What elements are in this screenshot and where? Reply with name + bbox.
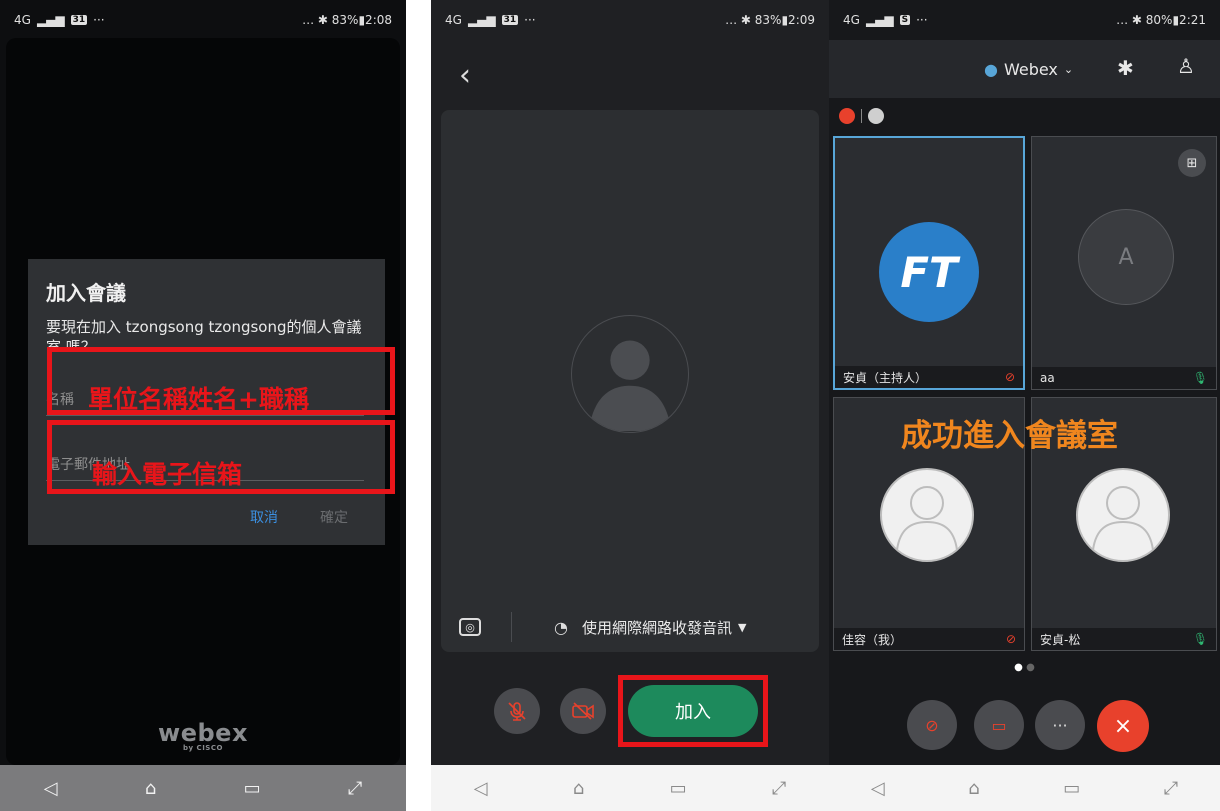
signal-icon: ▂▄▆ [36, 13, 65, 27]
initial-avatar: A [1078, 209, 1174, 305]
join-highlight-box [618, 675, 768, 747]
bluetooth-icon[interactable]: ✱ [1117, 56, 1134, 80]
recents-nav-icon[interactable]: ▭ [1063, 778, 1080, 799]
video-preview [441, 110, 819, 652]
mute-button[interactable] [494, 688, 540, 734]
meeting-indicators [839, 108, 884, 124]
more-icon: ··· [1052, 715, 1068, 735]
page-indicator: ● ● [1014, 662, 1035, 673]
org-logo-avatar: FT [879, 222, 979, 322]
recents-nav-icon[interactable]: ▭ [244, 778, 261, 799]
chevron-down-icon: ⌄ [1063, 63, 1074, 76]
home-nav-icon[interactable]: ⌂ [968, 778, 979, 799]
audio-option-bar[interactable]: ◎ ◔ 使用網際網路收發音訊 ▼ [441, 602, 819, 652]
lock-icon [868, 108, 884, 124]
home-nav-icon[interactable]: ⌂ [573, 778, 584, 799]
dialog-title: 加入會議 [46, 281, 126, 305]
back-nav-icon[interactable]: ◁ [44, 778, 58, 799]
webex-logo: webex by CISCO [158, 719, 248, 752]
mic-on-icon: 🎙 [1192, 371, 1208, 385]
close-icon: × [1113, 713, 1133, 739]
cast-icon[interactable]: ◎ [459, 618, 481, 636]
cancel-button[interactable]: 取消 [250, 507, 278, 527]
calendar-icon: 31 [70, 15, 88, 25]
video-off-button[interactable]: ▭ [974, 700, 1024, 750]
dialog-message: 要現在加入 tzongsong tzongsong的個人會議室 嗎？ [46, 318, 362, 351]
screen-in-meeting: 4G ▂▄▆ S ··· … ✱ 80%▮2:21 ● Webex ⌄ ✱ ♙ … [829, 0, 1220, 811]
back-arrow-icon[interactable]: ‹ [459, 58, 471, 93]
status-right: … ✱ 80%▮2:21 [1116, 13, 1206, 27]
participant-tile[interactable]: ⊞ A aa 🎙 [1031, 136, 1217, 390]
signal-label: 4G [445, 13, 462, 27]
signal-icon: ▂▄▆ [865, 13, 894, 27]
user-avatar-icon [571, 315, 689, 433]
wifi-audio-icon: ◔ [554, 617, 568, 637]
mute-button[interactable]: ⊘ [907, 700, 957, 750]
audio-option-label: 使用網際網路收發音訊 [581, 618, 732, 637]
participant-tile[interactable]: FT 安貞（主持人） ⊘ [833, 136, 1025, 390]
confirm-button[interactable]: 確定 [320, 507, 348, 527]
android-nav-bar-2: ◁ ⌂ ▭ ⤢ [431, 765, 829, 811]
shield-icon: ● [984, 60, 998, 79]
back-nav-icon[interactable]: ◁ [871, 778, 885, 799]
user-avatar-icon [880, 468, 974, 562]
mic-off-icon: ⊘ [1005, 632, 1016, 646]
signal-label: 4G [14, 13, 31, 27]
status-right: … ✱ 83%▮2:09 [725, 13, 815, 27]
participant-name: 安貞（主持人） [843, 370, 928, 385]
mic-off-icon: ⊘ [1004, 370, 1015, 384]
status-bar: 4G ▂▄▆ S ··· … ✱ 80%▮2:21 [843, 13, 1206, 27]
calendar-icon: S [899, 15, 911, 25]
status-bar: 4G ▂▄▆ 31 ··· … ✱ 83%▮2:08 [14, 13, 392, 27]
expand-nav-icon[interactable]: ⤢ [772, 778, 786, 799]
expand-nav-icon[interactable]: ⤢ [348, 778, 362, 799]
camera-off-icon [572, 702, 594, 720]
name-annotation: 單位名稱姓名+職稱 [88, 385, 309, 414]
status-bar: 4G ▂▄▆ 31 ··· … ✱ 83%▮2:09 [445, 13, 815, 27]
screen-join-dialog: 4G ▂▄▆ 31 ··· … ✱ 83%▮2:08 加入會議 要現在加入 tz… [0, 0, 406, 811]
camera-off-icon: ▭ [991, 715, 1007, 735]
meeting-top-bar: ● Webex ⌄ ✱ ♙ [829, 40, 1220, 98]
signal-icon: ▂▄▆ [467, 13, 496, 27]
mic-off-icon [508, 702, 526, 721]
meeting-title-menu[interactable]: ● Webex ⌄ [984, 60, 1073, 79]
participant-name: 安貞-松 [1040, 632, 1081, 647]
expand-nav-icon[interactable]: ⤢ [1164, 778, 1178, 799]
video-off-button[interactable] [560, 688, 606, 734]
participant-name: 佳容（我） [842, 632, 903, 647]
email-annotation: 輸入電子信箱 [92, 460, 243, 489]
grid-layout-icon[interactable]: ⊞ [1178, 149, 1206, 177]
android-nav-bar: ◁ ⌂ ▭ ⤢ [829, 765, 1220, 811]
calendar-icon: 31 [501, 15, 519, 25]
user-avatar-icon [1076, 468, 1170, 562]
participant-name: aa [1040, 371, 1055, 385]
mic-on-icon: 🎙 [1192, 632, 1208, 646]
success-annotation: 成功進入會議室 [901, 418, 1118, 454]
app-title: Webex [1003, 60, 1058, 79]
participants-icon[interactable]: ♙ [1177, 54, 1195, 78]
home-nav-icon[interactable]: ⌂ [145, 778, 156, 799]
recording-icon [839, 108, 855, 124]
recents-nav-icon[interactable]: ▭ [670, 778, 687, 799]
back-nav-icon[interactable]: ◁ [474, 778, 488, 799]
dropdown-icon[interactable]: ▼ [738, 621, 746, 634]
mic-off-icon: ⊘ [925, 715, 939, 735]
android-nav-bar: ◁ ⌂ ▭ ⤢ [0, 765, 406, 811]
signal-label: 4G [843, 13, 860, 27]
more-options-button[interactable]: ··· [1035, 700, 1085, 750]
end-call-button[interactable]: × [1097, 700, 1149, 752]
status-right: … ✱ 83%▮2:08 [302, 13, 392, 27]
